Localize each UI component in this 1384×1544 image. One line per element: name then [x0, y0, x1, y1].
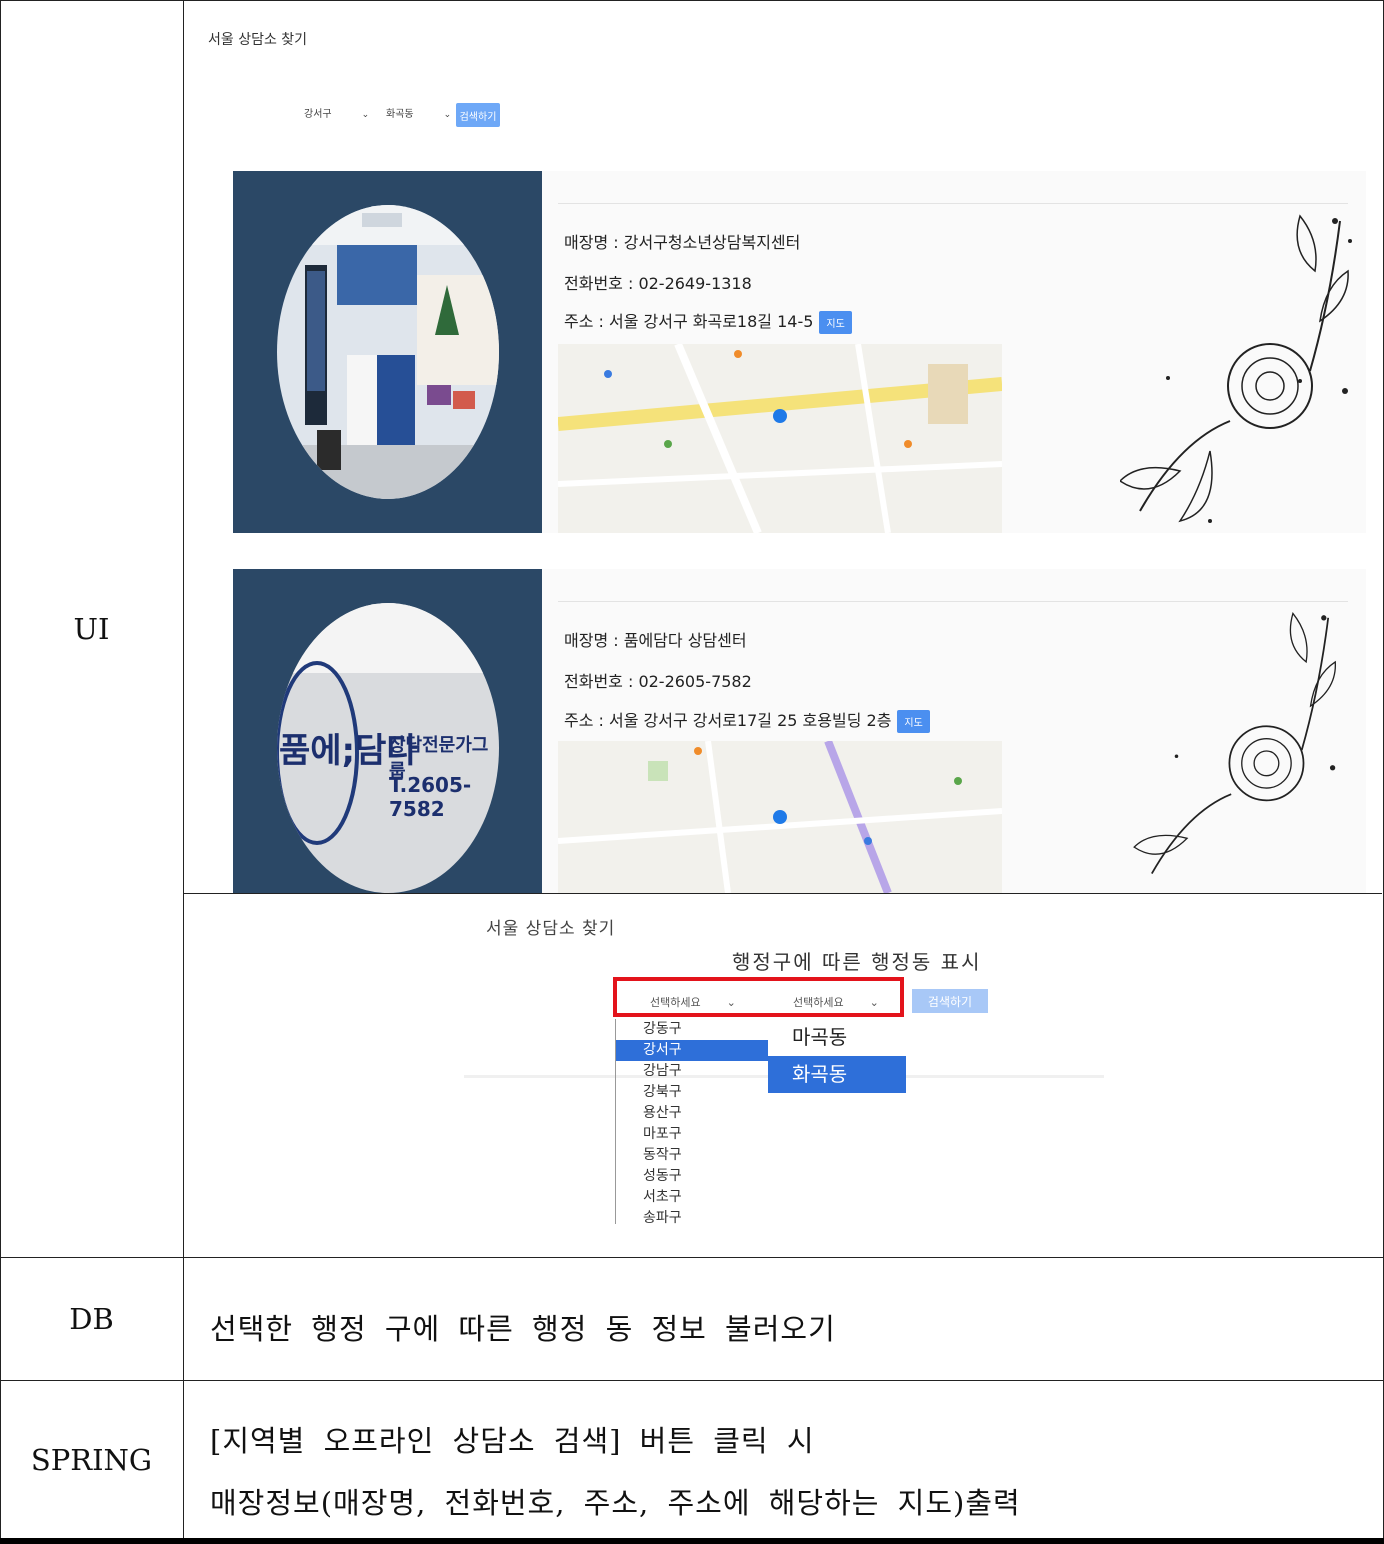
spring-description-line-2: 매장정보(매장명, 전화번호, 주소, 주소에 해당하는 지도)출력 — [210, 1486, 1021, 1520]
store-address-row: 주소 : 서울 강서구 강서로17길 25 호용빌딩 2층 지도 — [564, 707, 930, 733]
photo-panel: 품에;담다 상담전문가그룹 T.2605-7582 — [233, 569, 542, 893]
table-bottom-rule — [0, 1538, 1384, 1544]
district-dropdown-list: 강동구 강서구 강남구 강북구 용산구 마포구 동작구 성동구 서초구 송파구 — [615, 1019, 768, 1226]
info-panel: 매장명 : 강서구청소년상담복지센터 전화번호 : 02-2649-1318 주… — [542, 171, 1366, 533]
dong-select-placeholder: 선택하세요 — [793, 996, 844, 1009]
chevron-down-icon: ⌄ — [443, 110, 452, 120]
divider — [558, 203, 1348, 204]
chevron-down-icon: ⌄ — [361, 110, 370, 120]
search-button[interactable]: 검색하기 — [912, 989, 988, 1013]
row-label-ui: UI — [73, 612, 110, 646]
district-option[interactable]: 강남구 — [616, 1061, 768, 1082]
store-address: 주소 : 서울 강서구 강서로17길 25 호용빌딩 2층 — [564, 711, 892, 730]
district-option[interactable]: 용산구 — [616, 1103, 768, 1124]
row-label-db: DB — [69, 1302, 114, 1336]
store-phone: 전화번호 : 02-2605-7582 — [564, 672, 752, 691]
page-title: 서울 상담소 찾기 — [208, 32, 308, 48]
ui-screenshot-results: 서울 상담소 찾기 강서구 ⌄ 화곡동 ⌄ 검색하기 매장명: 강서구청소년상… — [184, 1, 1382, 893]
store-phone: 전화번호 : 02-2649-1318 — [564, 274, 752, 293]
district-select-value: 강서구 — [304, 109, 332, 120]
spec-table: UI DB SPRING 서울 상담소 찾기 강서구 ⌄ 화곡동 ⌄ 검색하기 — [0, 0, 1384, 1544]
district-option-selected[interactable]: 강서구 — [616, 1040, 768, 1061]
center-card-1: 매장명 : 강서구청소년상담복지센터 전화번호 : 02-2649-1318 주… — [233, 171, 1366, 533]
page-subtitle: 행정구에 따른 행정동 표시 — [732, 950, 982, 974]
district-option[interactable]: 서초구 — [616, 1187, 768, 1208]
district-select[interactable]: 선택하세요 ⌄ — [650, 994, 736, 1010]
spring-description-line-1: [지역별 오프라인 상담소 검색] 버튼 클릭 시 — [210, 1424, 815, 1458]
flower-decoration-icon — [1133, 611, 1336, 875]
map-view[interactable] — [558, 344, 1002, 533]
flower-decoration-icon — [1120, 214, 1352, 523]
db-description: 선택한 행정 구에 따른 행정 동 정보 불러오기 — [210, 1312, 836, 1346]
dong-select-value: 화곡동 — [386, 109, 414, 120]
map-view[interactable] — [558, 741, 1002, 893]
row-label-spring: SPRING — [30, 1443, 153, 1477]
district-option[interactable]: 성동구 — [616, 1166, 768, 1187]
district-option[interactable]: 마포구 — [616, 1124, 768, 1145]
district-option[interactable]: 강북구 — [616, 1082, 768, 1103]
ui-screenshot-dropdown: 서울 상담소 찾기 행정구에 따른 행정동 표시 선택하세요 ⌄ 선택하세요 ⌄ 검… — [184, 894, 1382, 1257]
store-name: 매장명 : 품에담다 상담센터 — [564, 631, 747, 650]
district-select-placeholder: 선택하세요 — [650, 996, 701, 1009]
row-divider-spring — [0, 1380, 1384, 1381]
sign-phone-text: T.2605-7582 — [389, 773, 472, 821]
search-button[interactable]: 검색하기 — [456, 103, 500, 127]
store-address: 주소 : 서울 강서구 화곡로18길 14-5 — [564, 312, 814, 331]
dong-select[interactable]: 화곡동 ⌄ — [386, 105, 451, 120]
center-photo — [277, 205, 499, 499]
chevron-down-icon: ⌄ — [726, 996, 736, 1009]
divider — [558, 601, 1348, 602]
dong-option-selected[interactable]: 화곡동 — [768, 1056, 906, 1093]
chevron-down-icon: ⌄ — [869, 996, 879, 1009]
photo-panel — [233, 171, 542, 533]
dong-option[interactable]: 마곡동 — [768, 1019, 906, 1056]
dong-select[interactable]: 선택하세요 ⌄ — [793, 994, 879, 1010]
district-select[interactable]: 강서구 ⌄ — [304, 105, 369, 120]
store-name: 매장명 : 강서구청소년상담복지센터 — [564, 233, 801, 252]
district-option[interactable]: 동작구 — [616, 1145, 768, 1166]
row-divider-db — [0, 1257, 1384, 1258]
dong-dropdown-list: 마곡동 화곡동 — [768, 1019, 906, 1093]
map-button[interactable]: 지도 — [897, 710, 930, 733]
center-card-2: 품에;담다 상담전문가그룹 T.2605-7582 매장명 : 품에담다 상담센… — [233, 569, 1366, 893]
center-photo: 품에;담다 상담전문가그룹 T.2605-7582 — [277, 603, 499, 893]
map-button[interactable]: 지도 — [819, 311, 852, 334]
store-address-row: 주소 : 서울 강서구 화곡로18길 14-5 지도 — [564, 308, 852, 334]
district-option[interactable]: 강동구 — [616, 1019, 768, 1040]
info-panel: 매장명 : 품에담다 상담센터 전화번호 : 02-2605-7582 주소 :… — [542, 569, 1366, 893]
page-title: 서울 상담소 찾기 — [486, 919, 616, 939]
district-option[interactable]: 송파구 — [616, 1208, 768, 1229]
